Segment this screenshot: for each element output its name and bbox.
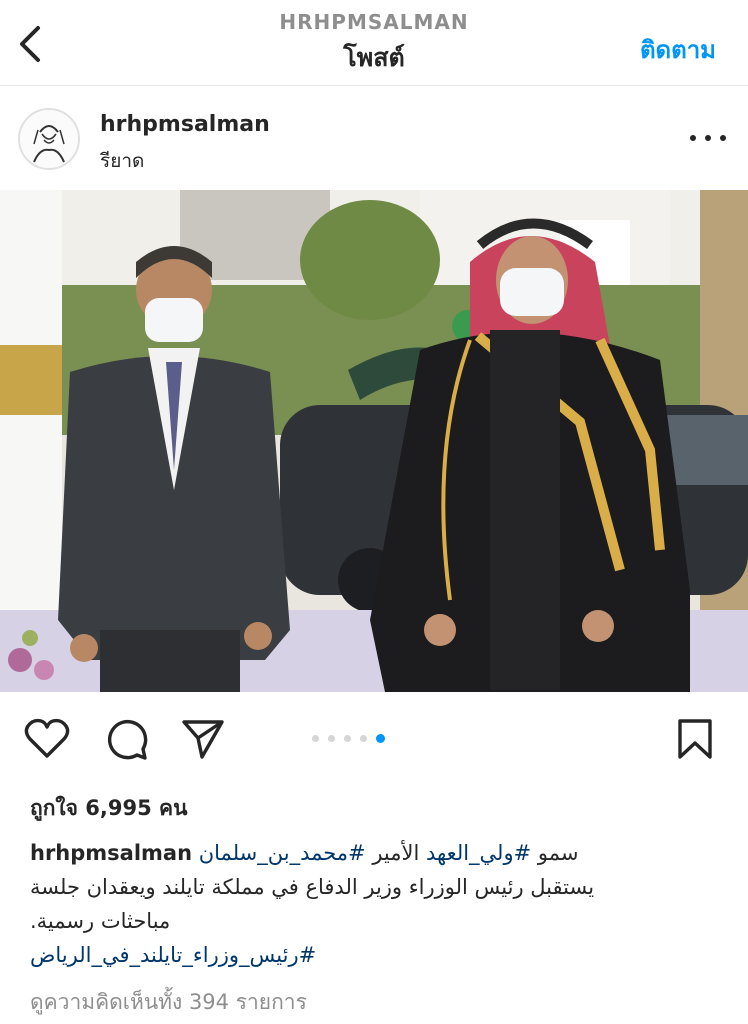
- profile-sketch-icon: [20, 110, 78, 168]
- more-horizontal-icon: [690, 135, 696, 141]
- caption-text: الأمير: [365, 841, 426, 865]
- post-photo[interactable]: [0, 190, 748, 692]
- share-button[interactable]: [180, 716, 226, 762]
- post-actions-bar: [0, 706, 748, 770]
- comment-icon: [107, 719, 148, 760]
- caption-line-2: يستقبل رئيس الوزراء وزير الدفاع في مملكة…: [30, 875, 595, 899]
- view-all-comments-link[interactable]: ดูความคิดเห็นทั้ง 394 รายการ: [30, 986, 307, 1019]
- bookmark-icon: [678, 719, 712, 759]
- carousel-indicator: [312, 734, 385, 743]
- caption-text: سمو: [531, 841, 579, 865]
- comment-button[interactable]: [104, 716, 150, 762]
- hashtag-link[interactable]: #محمد_بن_سلمان: [199, 841, 366, 865]
- post-username[interactable]: hrhpmsalman: [100, 112, 270, 137]
- post-header: hrhpmsalman รียาด: [0, 96, 748, 188]
- likes-count[interactable]: ถูกใจ 6,995 คน: [30, 792, 187, 825]
- like-button[interactable]: [24, 716, 70, 762]
- heart-icon: [24, 718, 70, 758]
- carousel-dot-active: [376, 734, 385, 743]
- carousel-dot: [360, 735, 367, 742]
- caption-line-1: hrhpmsalman سمو #ولي_العهد الأمير #محمد_…: [30, 836, 720, 870]
- photo-illustration: [0, 190, 748, 692]
- send-icon: [182, 720, 224, 759]
- more-horizontal-icon: [720, 135, 726, 141]
- caption-username[interactable]: hrhpmsalman: [30, 841, 192, 865]
- hashtag-link[interactable]: #رئيس_وزراء_تايلند_في_الرياض: [30, 943, 316, 967]
- post-location[interactable]: รียาด: [100, 146, 144, 176]
- avatar[interactable]: [18, 108, 80, 170]
- carousel-dot: [328, 735, 335, 742]
- page-title: โพสต์: [343, 43, 405, 72]
- post-caption: hrhpmsalman سمو #ولي_العهد الأمير #محمد_…: [30, 836, 720, 972]
- hashtag-link[interactable]: #ولي_العهد: [426, 841, 531, 865]
- caption-line-4: #رئيس_وزراء_تايلند_في_الرياض: [30, 938, 720, 972]
- account-name-caps: HRHPMSALMAN: [279, 10, 469, 34]
- more-horizontal-icon: [705, 135, 711, 141]
- save-button[interactable]: [672, 716, 718, 762]
- carousel-dot: [312, 735, 319, 742]
- top-navigation-bar: HRHPMSALMAN โพสต์ ติดตาม: [0, 0, 748, 86]
- more-options-button[interactable]: [690, 126, 726, 150]
- follow-button[interactable]: ติดตาม: [640, 30, 716, 69]
- caption-line-3: مباحثات رسمية.: [30, 909, 171, 933]
- carousel-dot: [344, 735, 351, 742]
- page-titles: HRHPMSALMAN โพสต์: [0, 10, 748, 78]
